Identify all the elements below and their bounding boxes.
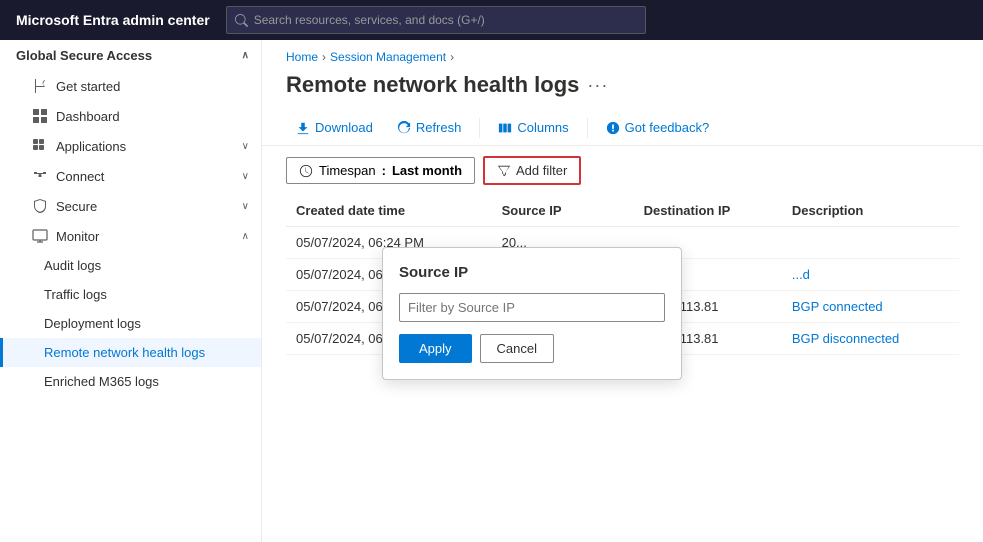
chevron-down-icon: ∨ — [242, 141, 249, 152]
col-description: Description — [782, 195, 959, 227]
add-filter-button[interactable]: Add filter — [483, 156, 581, 185]
sidebar-item-get-started[interactable]: Get started — [0, 71, 261, 101]
cell-description — [782, 227, 959, 259]
sidebar-section-label: Global Secure Access — [16, 48, 152, 63]
refresh-button[interactable]: Refresh — [387, 116, 472, 139]
sidebar-item-label: Get started — [56, 79, 120, 94]
feedback-label: Got feedback? — [625, 120, 710, 135]
bgp-disconnected-link[interactable]: BGP disconnected — [792, 331, 899, 346]
sidebar-item-label: Monitor — [56, 229, 99, 244]
filter-bar: Timespan : Last month Add filter — [262, 146, 983, 195]
sidebar-item-label: Audit logs — [44, 258, 101, 273]
sidebar-item-audit-logs[interactable]: Audit logs — [0, 251, 261, 280]
sidebar-item-enriched-m365-logs[interactable]: Enriched M365 logs — [0, 367, 261, 396]
sidebar-item-secure[interactable]: Secure ∨ — [0, 191, 261, 221]
chevron-down-icon: ∨ — [242, 171, 249, 182]
breadcrumb-session-mgmt[interactable]: Session Management — [330, 50, 446, 64]
breadcrumb-home[interactable]: Home — [286, 50, 318, 64]
download-label: Download — [315, 120, 373, 135]
sidebar-item-monitor[interactable]: Monitor ∧ — [0, 221, 261, 251]
page-header: Remote network health logs ··· — [262, 68, 983, 110]
cancel-button[interactable]: Cancel — [480, 334, 554, 363]
sidebar-item-label: Deployment logs — [44, 316, 141, 331]
source-ip-filter-popup: Source IP Apply Cancel — [382, 247, 682, 380]
columns-label: Columns — [517, 120, 568, 135]
cell-description: BGP connected — [782, 291, 959, 323]
app-title: Microsoft Entra admin center — [16, 12, 210, 28]
feedback-button[interactable]: Got feedback? — [596, 116, 720, 139]
connect-icon — [32, 168, 48, 184]
toolbar-divider2 — [587, 118, 588, 138]
timespan-button[interactable]: Timespan : Last month — [286, 157, 475, 184]
feedback-icon — [606, 121, 620, 135]
chevron-up-icon: ∧ — [242, 50, 249, 61]
breadcrumb-sep2: › — [450, 50, 454, 64]
timespan-label: Timespan — [319, 163, 376, 178]
sidebar-item-connect[interactable]: Connect ∨ — [0, 161, 261, 191]
cell-description: ...d — [782, 259, 959, 291]
app-icon — [32, 138, 48, 154]
download-icon — [296, 121, 310, 135]
toolbar-divider — [479, 118, 480, 138]
more-options-icon[interactable]: ··· — [587, 75, 608, 96]
search-input[interactable] — [254, 13, 637, 27]
columns-icon — [498, 121, 512, 135]
refresh-icon — [397, 121, 411, 135]
refresh-label: Refresh — [416, 120, 462, 135]
sidebar-section-global-secure-access[interactable]: Global Secure Access ∧ — [0, 40, 261, 71]
monitor-icon — [32, 228, 48, 244]
sidebar-item-label: Connect — [56, 169, 104, 184]
source-ip-filter-input[interactable] — [399, 293, 665, 322]
sidebar-item-label: Dashboard — [56, 109, 120, 124]
sidebar-item-label: Secure — [56, 199, 97, 214]
breadcrumb: Home › Session Management › — [262, 40, 983, 68]
bgp-connected-link[interactable]: BGP connected — [792, 299, 883, 314]
columns-button[interactable]: Columns — [488, 116, 578, 139]
sidebar-item-dashboard[interactable]: Dashboard — [0, 101, 261, 131]
description-link[interactable]: ...d — [792, 267, 810, 282]
add-filter-label: Add filter — [516, 163, 567, 178]
sidebar-item-label: Remote network health logs — [44, 345, 205, 360]
filter-popup-buttons: Apply Cancel — [399, 334, 665, 363]
shield-icon — [32, 198, 48, 214]
sidebar-item-label: Traffic logs — [44, 287, 107, 302]
chevron-up-icon: ∧ — [242, 231, 249, 242]
sidebar-item-remote-network-health-logs[interactable]: Remote network health logs — [0, 338, 261, 367]
col-destination: Destination IP — [634, 195, 782, 227]
apply-button[interactable]: Apply — [399, 334, 472, 363]
cell-description: BGP disconnected — [782, 323, 959, 355]
sidebar-item-applications[interactable]: Applications ∨ — [0, 131, 261, 161]
table-container: Created date time Source IP Destination … — [262, 195, 983, 355]
grid-icon — [32, 108, 48, 124]
filter-popup-title: Source IP — [399, 264, 665, 281]
timespan-value: Last month — [392, 163, 462, 178]
col-created: Created date time — [286, 195, 492, 227]
sidebar-item-deployment-logs[interactable]: Deployment logs — [0, 309, 261, 338]
page-title: Remote network health logs — [286, 72, 579, 98]
flag-icon — [32, 78, 48, 94]
chevron-down-icon: ∨ — [242, 201, 249, 212]
clock-icon — [299, 164, 313, 178]
download-button[interactable]: Download — [286, 116, 383, 139]
filter-icon — [497, 164, 511, 178]
breadcrumb-sep1: › — [322, 50, 326, 64]
content-area: Home › Session Management › Remote netwo… — [262, 40, 983, 542]
sidebar-item-label: Enriched M365 logs — [44, 374, 159, 389]
col-source: Source IP — [492, 195, 634, 227]
sidebar: Global Secure Access ∧ Get started Dashb… — [0, 40, 262, 542]
toolbar: Download Refresh Columns Got feedback? — [262, 110, 983, 146]
topbar: Microsoft Entra admin center — [0, 0, 983, 40]
search-box[interactable] — [226, 6, 646, 34]
sidebar-item-label: Applications — [56, 139, 126, 154]
sidebar-item-traffic-logs[interactable]: Traffic logs — [0, 280, 261, 309]
search-icon — [235, 14, 248, 27]
